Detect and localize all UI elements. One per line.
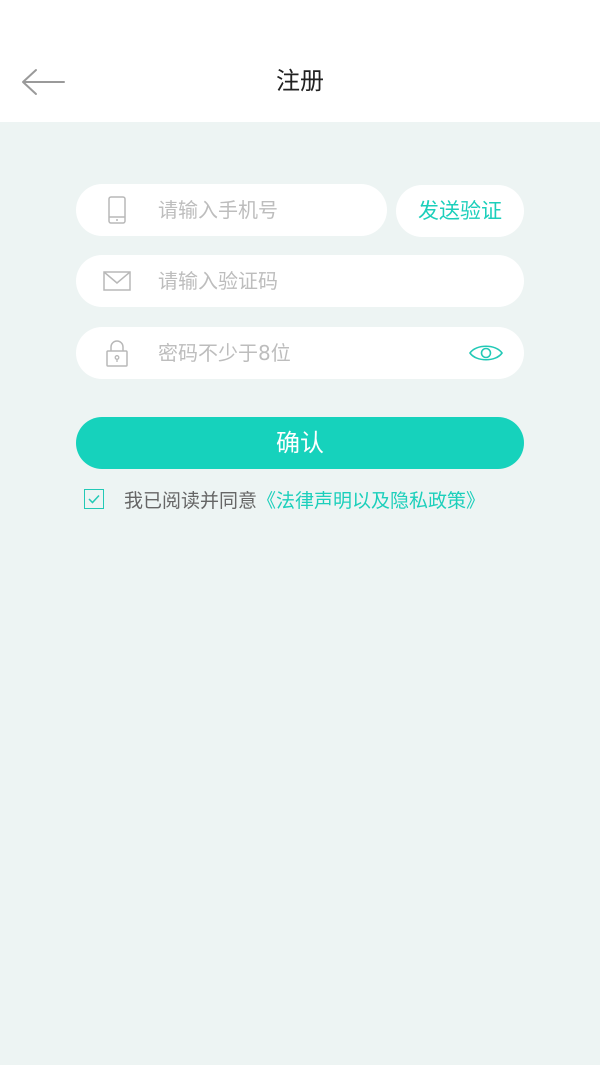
agreement-row: 我已阅读并同意 《法律声明以及隐私政策》 [84,485,485,513]
mail-icon [102,266,132,296]
confirm-button[interactable]: 确认 [76,417,524,469]
eye-icon[interactable] [468,341,504,365]
page-title: 注册 [276,67,324,95]
privacy-policy-link[interactable]: 《法律声明以及隐私政策》 [257,486,485,513]
agreement-text: 我已阅读并同意 [124,489,258,512]
code-field [76,255,524,307]
header: 注册 [0,0,600,122]
code-input[interactable] [158,255,498,307]
phone-input[interactable] [158,184,368,236]
password-input[interactable] [158,327,448,379]
agreement-checkbox[interactable] [84,489,104,509]
phone-field [76,184,387,236]
password-field [76,327,524,379]
send-code-button[interactable]: 发送验证 [396,185,524,237]
lock-icon [102,338,132,368]
phone-icon [102,195,132,225]
